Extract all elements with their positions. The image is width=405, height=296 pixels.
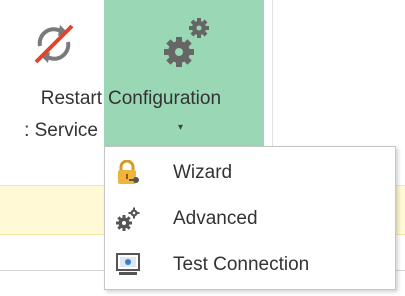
service-label: : Service: [24, 120, 98, 141]
restart-service-icon: [34, 24, 74, 64]
app-window: Restart : Service Configuration ▾ Wizard…: [0, 0, 405, 296]
advanced-label: Advanced: [173, 208, 258, 229]
configuration-label: Configuration: [108, 88, 222, 109]
gears-small-icon: [116, 207, 140, 231]
configuration-dropdown-menu: Wizard Advanced Test Connection: [104, 146, 396, 290]
configuration-button[interactable]: Configuration ▾: [104, 0, 264, 150]
wizard-label: Wizard: [173, 162, 233, 183]
menu-item-test-connection[interactable]: Test Connection: [105, 243, 395, 287]
restart-label: Restart: [40, 88, 102, 109]
ribbon-divider: [272, 0, 273, 150]
test-connection-icon: [116, 253, 140, 275]
chevron-down-icon: ▾: [178, 122, 184, 133]
test-connection-label: Test Connection: [173, 254, 310, 275]
restart-service-button[interactable]: Restart : Service: [0, 0, 104, 150]
lock-key-icon: [118, 160, 139, 184]
gears-icon: [164, 18, 209, 67]
menu-item-advanced[interactable]: Advanced: [105, 197, 395, 241]
menu-item-wizard[interactable]: Wizard: [105, 151, 395, 195]
